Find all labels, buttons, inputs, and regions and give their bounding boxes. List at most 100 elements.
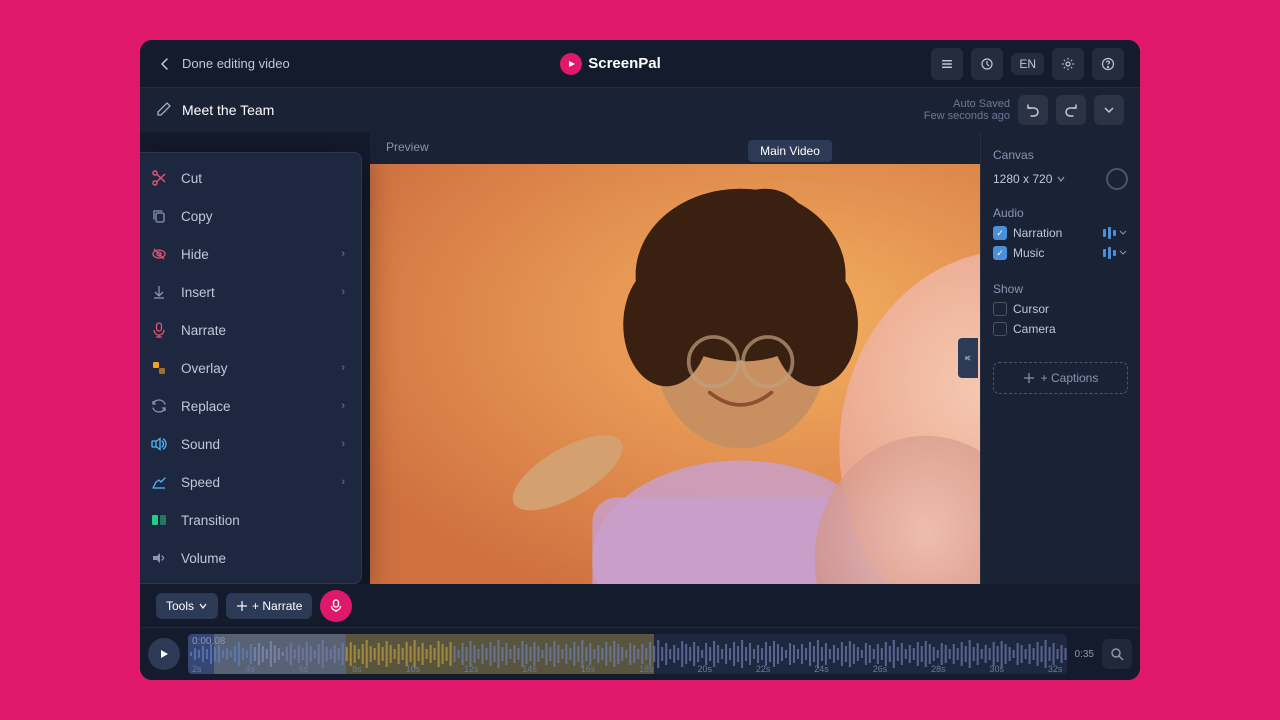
time-mark-14s: 14s	[522, 664, 537, 674]
top-bar-left: Done editing video	[156, 55, 290, 73]
camera-checkbox[interactable]	[993, 322, 1007, 336]
more-options-button[interactable]	[1094, 95, 1124, 125]
narrate-icon	[149, 320, 169, 340]
insert-arrow-icon: ›	[341, 286, 345, 298]
show-section: Show Cursor Camera	[993, 282, 1128, 342]
settings-icon-btn[interactable]	[1052, 48, 1084, 80]
replace-arrow-icon: ›	[341, 400, 345, 412]
music-bars-icon[interactable]	[1103, 247, 1128, 259]
menu-item-narrate[interactable]: Narrate	[140, 311, 361, 349]
narration-bars-icon[interactable]	[1103, 227, 1128, 239]
logo-text: ScreenPal	[588, 55, 661, 72]
time-mark-18s: 18s	[639, 664, 654, 674]
menu-item-hide[interactable]: Hide ›	[140, 235, 361, 273]
play-button[interactable]	[148, 638, 180, 670]
copy-icon	[149, 206, 169, 226]
auto-saved-label: Auto Saved	[924, 98, 1010, 110]
music-check[interactable]: ✓	[993, 246, 1007, 260]
music-item: ✓ Music	[993, 246, 1128, 260]
left-area: Cut Copy	[140, 132, 980, 584]
menu-item-speed[interactable]: Speed ›	[140, 463, 361, 501]
time-mark-4s: 4s	[245, 664, 255, 674]
canvas-size-value: 1280 x 720	[993, 172, 1052, 186]
music-label: Music	[1013, 246, 1097, 260]
help-icon-btn[interactable]	[1092, 48, 1124, 80]
canvas-section: Canvas 1280 x 720	[993, 148, 1128, 190]
main-video-badge: Main Video	[748, 140, 832, 162]
time-mark-20s: 20s	[698, 664, 713, 674]
canvas-label: Canvas	[993, 148, 1128, 162]
timeline-bg: 2s 4s 6s 8s 10s 12s 14s 16s 18s 20s 22s …	[188, 634, 1067, 674]
title-left: Meet the Team	[156, 101, 274, 119]
list-icon-btn[interactable]	[931, 48, 963, 80]
time-mark-30s: 30s	[989, 664, 1004, 674]
top-bar: Done editing video ScreenPal	[140, 40, 1140, 88]
captions-button[interactable]: + Captions	[993, 362, 1128, 394]
menu-item-volume[interactable]: Volume	[140, 539, 361, 577]
undo-button[interactable]	[1018, 95, 1048, 125]
expand-sidebar-button[interactable]	[958, 338, 978, 378]
replace-icon	[149, 396, 169, 416]
menu-item-transition[interactable]: Transition	[140, 501, 361, 539]
menu-item-insert[interactable]: Insert ›	[140, 273, 361, 311]
sound-arrow-icon: ›	[341, 438, 345, 450]
cursor-item: Cursor	[993, 302, 1128, 316]
camera-label: Camera	[1013, 322, 1056, 336]
replace-label: Replace	[181, 399, 329, 414]
back-label[interactable]: Done editing video	[182, 56, 290, 71]
cursor-checkbox[interactable]	[993, 302, 1007, 316]
back-arrow-icon[interactable]	[156, 55, 174, 73]
cut-label: Cut	[181, 171, 345, 186]
hide-arrow-icon: ›	[341, 248, 345, 260]
captions-label: + Captions	[1041, 371, 1099, 385]
bottom-area: Tools + Narrate	[140, 584, 1140, 680]
narration-label: Narration	[1013, 226, 1097, 240]
history-icon-btn[interactable]	[971, 48, 1003, 80]
audio-section: Audio ✓ Narration ✓ Music	[993, 206, 1128, 266]
menu-item-sound[interactable]: Sound ›	[140, 425, 361, 463]
time-mark-24s: 24s	[814, 664, 829, 674]
canvas-row: 1280 x 720	[993, 168, 1128, 190]
app-logo: ScreenPal	[560, 53, 661, 75]
language-button[interactable]: EN	[1011, 53, 1044, 75]
speed-arrow-icon: ›	[341, 476, 345, 488]
hide-icon	[149, 244, 169, 264]
redo-button[interactable]	[1056, 95, 1086, 125]
narration-check[interactable]: ✓	[993, 226, 1007, 240]
search-timeline-button[interactable]	[1102, 639, 1132, 669]
current-time: 0:00.08	[192, 636, 225, 647]
cursor-label: Cursor	[1013, 302, 1049, 316]
mic-button[interactable]	[320, 590, 352, 622]
time-mark-16s: 16s	[581, 664, 596, 674]
transition-icon	[149, 510, 169, 530]
narration-item: ✓ Narration	[993, 226, 1128, 240]
video-title[interactable]: Meet the Team	[182, 102, 274, 118]
title-bar: Meet the Team Auto Saved Few seconds ago	[140, 88, 1140, 132]
volume-label: Volume	[181, 551, 345, 566]
sound-icon	[149, 434, 169, 454]
cut-icon	[149, 168, 169, 188]
menu-item-cut[interactable]: Cut	[140, 159, 361, 197]
narrate-button[interactable]: + Narrate	[226, 593, 312, 619]
main-content: Cut Copy	[140, 132, 1140, 584]
canvas-size[interactable]: 1280 x 720	[993, 172, 1066, 186]
overlay-label: Overlay	[181, 361, 329, 376]
narrate-label: Narrate	[181, 323, 345, 338]
tools-button[interactable]: Tools	[156, 593, 218, 619]
menu-item-copy[interactable]: Copy	[140, 197, 361, 235]
time-mark-26s: 26s	[873, 664, 888, 674]
overlay-icon	[149, 358, 169, 378]
end-time: 0:35	[1075, 649, 1094, 660]
speed-label: Speed	[181, 475, 329, 490]
time-mark-12s: 12s	[464, 664, 479, 674]
canvas-aspect-icon[interactable]	[1106, 168, 1128, 190]
menu-item-overlay[interactable]: Overlay ›	[140, 349, 361, 387]
context-menu: Cut Copy	[140, 152, 362, 584]
time-mark-28s: 28s	[931, 664, 946, 674]
hide-label: Hide	[181, 247, 329, 262]
time-mark-10s: 10s	[406, 664, 421, 674]
right-sidebar: Canvas 1280 x 720 Audio ✓ Narration	[980, 132, 1140, 584]
timeline[interactable]: 2s 4s 6s 8s 10s 12s 14s 16s 18s 20s 22s …	[188, 634, 1067, 674]
menu-item-replace[interactable]: Replace ›	[140, 387, 361, 425]
time-mark-32s: 32s	[1048, 664, 1063, 674]
